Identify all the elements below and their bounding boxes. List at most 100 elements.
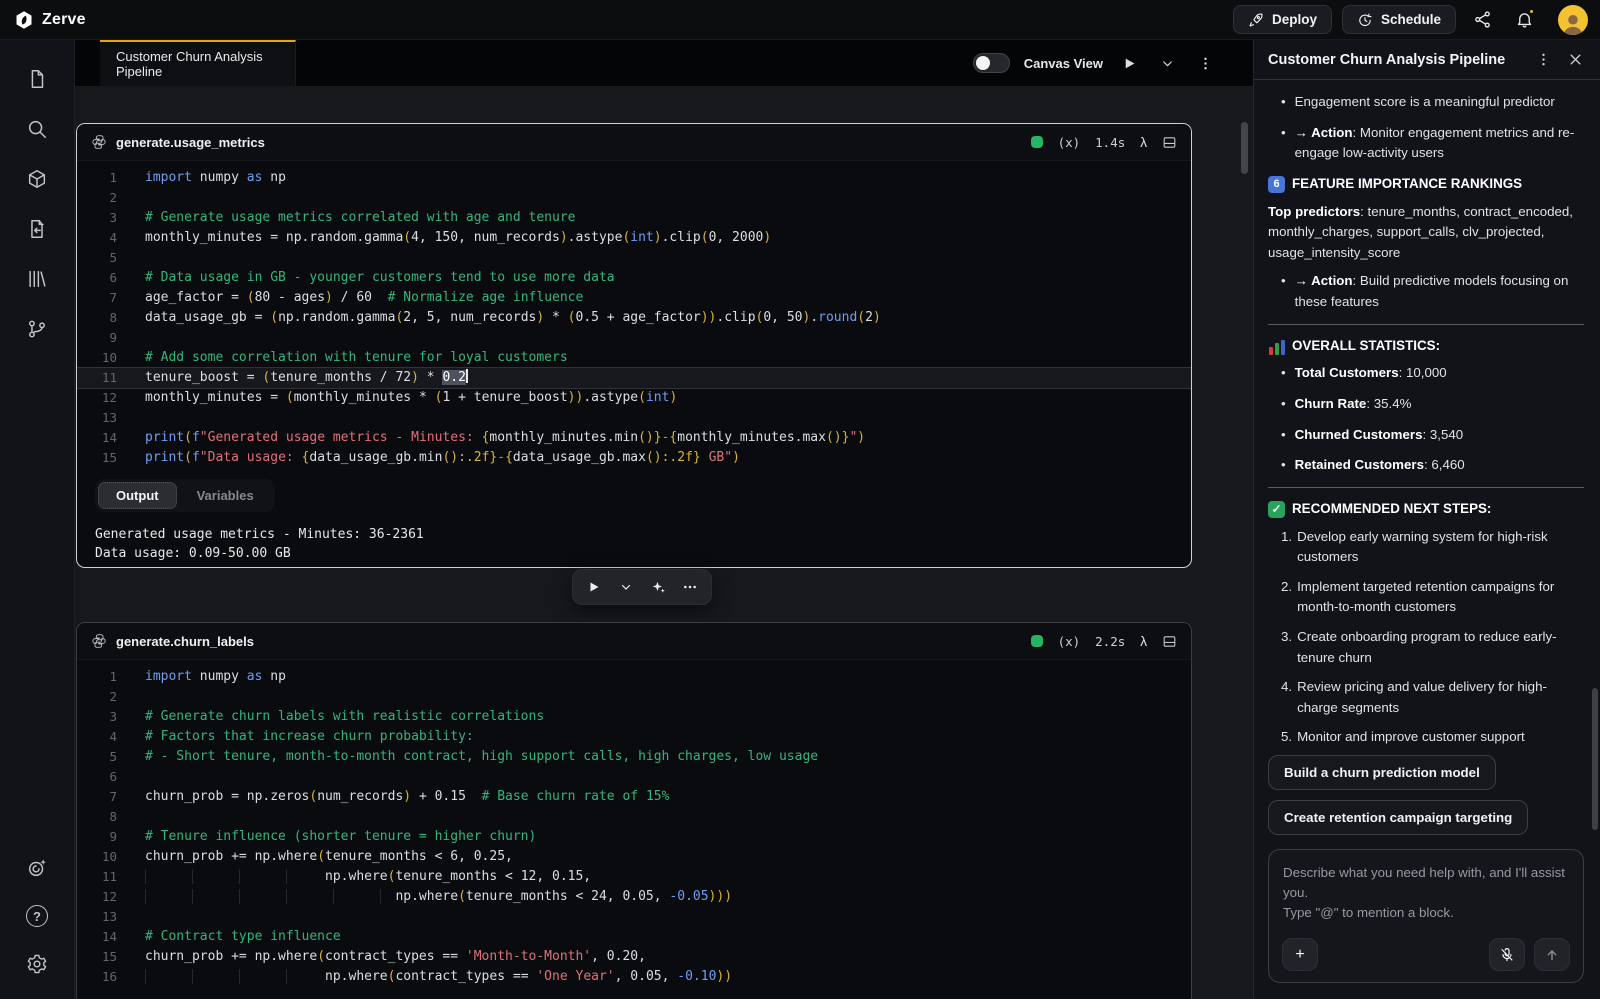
left-rail: ? <box>0 40 75 999</box>
run-block-button[interactable] <box>581 574 607 600</box>
brand[interactable]: Zerve <box>14 10 86 30</box>
code-line[interactable]: 1import numpy as np <box>77 168 1191 188</box>
suggestion-build-churn-model-button[interactable]: Build a churn prediction model <box>1268 755 1496 790</box>
run-options-chevron-button[interactable] <box>1155 51 1179 75</box>
attach-button[interactable]: + <box>1282 938 1318 971</box>
code-line[interactable]: 11 np.where(tenure_months < 12, 0.15, <box>77 867 1191 887</box>
code-line[interactable]: 9 <box>77 328 1191 348</box>
code-line[interactable]: 16 np.where(contract_types == 'One Year'… <box>77 967 1191 987</box>
library-nav-button[interactable] <box>24 266 50 292</box>
help-nav-button[interactable]: ? <box>26 905 48 927</box>
run-duration: 2.2s <box>1095 634 1125 649</box>
panel-scrollbar-thumb[interactable] <box>1592 688 1598 830</box>
mic-button[interactable] <box>1489 938 1525 971</box>
block-header[interactable]: generate.usage_metrics (x) 1.4s λ <box>77 124 1191 161</box>
line-number: 10 <box>77 847 117 867</box>
send-button[interactable] <box>1534 938 1570 971</box>
variables-fx-button[interactable]: (x) <box>1058 634 1081 649</box>
code-line[interactable]: 4monthly_minutes = np.random.gamma(4, 15… <box>77 228 1191 248</box>
code-line[interactable]: 12 np.where(tenure_months < 24, 0.05, -0… <box>77 887 1191 907</box>
tab-customer-churn-analysis-pipeline[interactable]: Customer Churn Analysis Pipeline <box>100 40 296 86</box>
canvas-menu-button[interactable] <box>1193 51 1217 75</box>
deploy-button[interactable]: Deploy <box>1233 5 1332 34</box>
run-all-button[interactable] <box>1117 51 1141 75</box>
code-line[interactable]: 1import numpy as np <box>77 667 1191 687</box>
code-line[interactable]: 12monthly_minutes = (monthly_minutes * (… <box>77 388 1191 408</box>
canvas-scrollbar-thumb[interactable] <box>1241 122 1248 174</box>
output-variables-tabs: Output Variables <box>95 479 275 512</box>
code-line[interactable]: 10# Add some correlation with tenure for… <box>77 348 1191 368</box>
code-line[interactable]: 3# Generate churn labels with realistic … <box>77 707 1191 727</box>
line-number: 13 <box>77 408 117 428</box>
output-panel-toggle-button[interactable] <box>1162 634 1177 649</box>
notifications-button[interactable] <box>1508 4 1540 36</box>
panel-close-button[interactable] <box>1562 47 1588 73</box>
files-nav-button[interactable] <box>24 66 50 92</box>
share-button[interactable] <box>1466 4 1498 36</box>
variables-fx-button[interactable]: (x) <box>1058 135 1081 150</box>
canvas-view-toggle[interactable] <box>973 53 1010 73</box>
code-line[interactable]: 15print(f"Data usage: {data_usage_gb.min… <box>77 448 1191 468</box>
code-line[interactable]: 8 <box>77 807 1191 827</box>
assistant-panel: Customer Churn Analysis Pipeline •Engage… <box>1253 40 1600 999</box>
panel-numbered-item: 5.Monitor and improve customer support e… <box>1268 727 1584 751</box>
canvas[interactable]: generate.usage_metrics (x) 1.4s λ 1impor… <box>75 86 1253 999</box>
git-branch-nav-button[interactable] <box>24 316 50 342</box>
code-editor[interactable]: 1import numpy as np23# Generate usage me… <box>77 161 1191 468</box>
ai-assistant-nav-button[interactable] <box>24 855 50 881</box>
ai-assist-button[interactable] <box>645 574 671 600</box>
code-line[interactable]: 2 <box>77 188 1191 208</box>
line-number: 15 <box>77 448 117 468</box>
mic-off-icon <box>1499 947 1515 963</box>
code-line[interactable]: 2 <box>77 687 1191 707</box>
code-line[interactable]: 8data_usage_gb = (np.random.gamma(2, 5, … <box>77 308 1191 328</box>
line-number: 5 <box>77 747 117 767</box>
code-line[interactable]: 3# Generate usage metrics correlated wit… <box>77 208 1191 228</box>
tab-output[interactable]: Output <box>98 482 177 509</box>
lambda-button[interactable]: λ <box>1140 135 1147 150</box>
code-line[interactable]: 9# Tenure influence (shorter tenure = hi… <box>77 827 1191 847</box>
line-number: 14 <box>77 428 117 448</box>
run-options-chevron-button[interactable] <box>613 574 639 600</box>
code-line[interactable]: 7age_factor = (80 - ages) / 60 # Normali… <box>77 288 1191 308</box>
code-line[interactable]: 13 <box>77 907 1191 927</box>
chat-input[interactable]: Describe what you need help with, and I'… <box>1268 849 1584 983</box>
code-line[interactable]: 14print(f"Generated usage metrics - Minu… <box>77 428 1191 448</box>
tab-variables[interactable]: Variables <box>179 482 272 509</box>
line-number: 13 <box>77 907 117 927</box>
user-avatar[interactable] <box>1558 5 1588 35</box>
app-root: Zerve Deploy Schedule <box>0 0 1600 999</box>
block-header[interactable]: generate.churn_labels (x) 2.2s λ <box>77 623 1191 660</box>
code-line[interactable]: 10churn_prob += np.where(tenure_months <… <box>77 847 1191 867</box>
code-editor[interactable]: 1import numpy as np23# Generate churn la… <box>77 660 1191 987</box>
code-line[interactable]: 13 <box>77 408 1191 428</box>
line-number: 10 <box>77 348 117 368</box>
code-line[interactable]: 6 <box>77 767 1191 787</box>
code-line[interactable]: 4# Factors that increase churn probabili… <box>77 727 1191 747</box>
import-nav-button[interactable] <box>24 216 50 242</box>
code-line[interactable]: 11tenure_boost = (tenure_months / 72) * … <box>77 368 1191 388</box>
panel-heading: 6FEATURE IMPORTANCE RANKINGS <box>1268 174 1584 195</box>
output-panel-toggle-button[interactable] <box>1162 135 1177 150</box>
panel-heading: OVERALL STATISTICS: <box>1268 336 1584 357</box>
line-number: 9 <box>77 328 117 348</box>
lambda-button[interactable]: λ <box>1140 634 1147 649</box>
code-line[interactable]: 14# Contract type influence <box>77 927 1191 947</box>
schedule-button[interactable]: Schedule <box>1342 5 1456 34</box>
git-branch-icon <box>26 318 48 340</box>
code-line[interactable]: 15churn_prob += np.where(contract_types … <box>77 947 1191 967</box>
search-nav-button[interactable] <box>24 116 50 142</box>
code-block-generate-churn-labels[interactable]: generate.churn_labels (x) 2.2s λ 1import… <box>76 622 1192 999</box>
code-block-generate-usage-metrics[interactable]: generate.usage_metrics (x) 1.4s λ 1impor… <box>76 123 1192 568</box>
suggestion-retention-campaign-button[interactable]: Create retention campaign targeting <box>1268 800 1528 835</box>
panel-header: Customer Churn Analysis Pipeline <box>1254 40 1600 80</box>
code-line[interactable]: 6# Data usage in GB - younger customers … <box>77 268 1191 288</box>
code-line[interactable]: 7churn_prob = np.zeros(num_records) + 0.… <box>77 787 1191 807</box>
packages-nav-button[interactable] <box>24 166 50 192</box>
settings-nav-button[interactable] <box>24 951 50 977</box>
code-line[interactable]: 5 <box>77 248 1191 268</box>
panel-menu-button[interactable] <box>1530 47 1556 73</box>
schedule-label: Schedule <box>1381 12 1441 27</box>
more-actions-button[interactable] <box>677 574 703 600</box>
code-line[interactable]: 5# - Short tenure, month-to-month contra… <box>77 747 1191 767</box>
